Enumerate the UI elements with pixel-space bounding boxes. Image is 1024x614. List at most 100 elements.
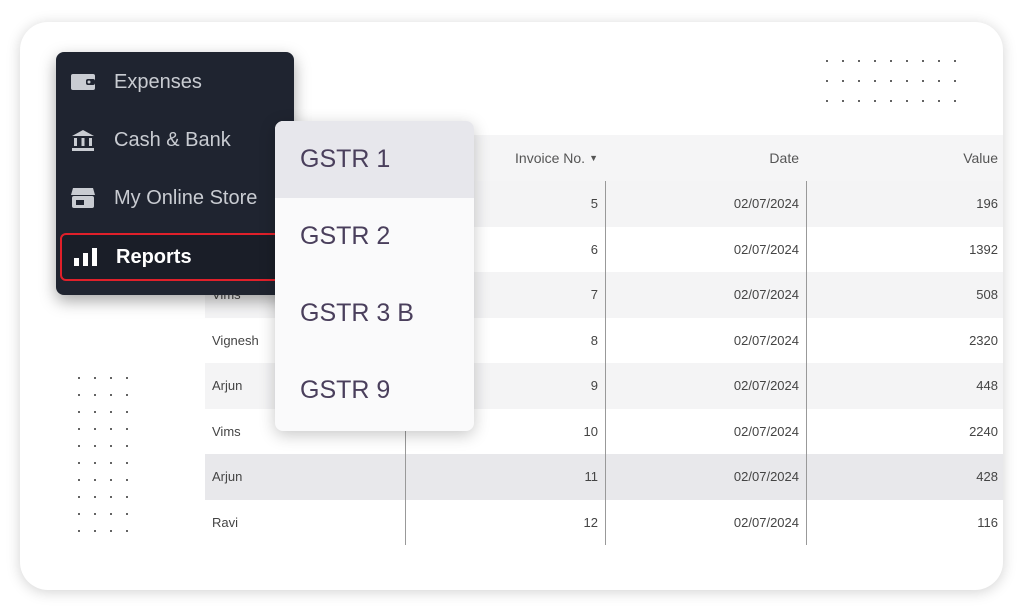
dot: [890, 60, 892, 62]
dot: [110, 479, 112, 481]
sidebar-item-cash-bank[interactable]: Cash & Bank: [56, 116, 294, 164]
dot: [954, 100, 956, 102]
dot: [126, 428, 128, 430]
dot: [126, 530, 128, 532]
dot: [874, 80, 876, 82]
date-cell: 02/07/2024: [605, 226, 806, 272]
dot: [110, 394, 112, 396]
dot: [94, 394, 96, 396]
dot: [842, 100, 844, 102]
dot: [78, 513, 80, 515]
dot: [78, 479, 80, 481]
dot: [906, 80, 908, 82]
dot: [890, 100, 892, 102]
dot: [94, 530, 96, 532]
dot: [94, 445, 96, 447]
dot: [110, 411, 112, 413]
dot: [78, 394, 80, 396]
dot: [858, 80, 860, 82]
submenu-item-gstr-9[interactable]: GSTR 9: [275, 352, 474, 429]
dot: [922, 80, 924, 82]
date-cell: 02/07/2024: [605, 363, 806, 409]
dot: [906, 100, 908, 102]
header-date[interactable]: Date: [605, 135, 806, 181]
dot: [110, 496, 112, 498]
reports-submenu: GSTR 1 GSTR 2 GSTR 3 B GSTR 9: [275, 121, 474, 431]
value-cell: 2240: [806, 408, 1003, 454]
dot: [874, 100, 876, 102]
date-cell: 02/07/2024: [605, 454, 806, 500]
value-cell: 428: [806, 454, 1003, 500]
decorative-dots: [78, 377, 128, 532]
dot: [126, 513, 128, 515]
decorative-dots: [826, 60, 956, 102]
dot: [126, 462, 128, 464]
dot: [110, 428, 112, 430]
value-cell: 1392: [806, 226, 1003, 272]
value-cell: 196: [806, 181, 1003, 227]
date-cell: 02/07/2024: [605, 181, 806, 227]
dot: [78, 411, 80, 413]
dot: [94, 428, 96, 430]
dot: [922, 100, 924, 102]
dot: [110, 513, 112, 515]
dot: [842, 80, 844, 82]
dot: [126, 394, 128, 396]
dot: [110, 530, 112, 532]
invoice-no-cell: 11: [405, 454, 605, 500]
dot: [906, 60, 908, 62]
submenu-item-gstr-3b[interactable]: GSTR 3 B: [275, 275, 474, 352]
table-row[interactable]: Ravi 12 02/07/2024 116: [205, 499, 1003, 545]
dot: [94, 462, 96, 464]
dot: [94, 496, 96, 498]
wallet-icon: [70, 73, 96, 91]
dot: [110, 445, 112, 447]
dot: [938, 60, 940, 62]
dot: [842, 60, 844, 62]
sidebar-item-online-store[interactable]: My Online Store: [56, 174, 294, 222]
dot: [126, 411, 128, 413]
dot: [826, 100, 828, 102]
dot: [78, 377, 80, 379]
dot: [78, 445, 80, 447]
customer-cell: Ravi: [212, 514, 239, 530]
submenu-item-gstr-2[interactable]: GSTR 2: [275, 198, 474, 275]
dot: [938, 80, 940, 82]
bank-icon: [70, 129, 96, 151]
date-cell: 02/07/2024: [605, 408, 806, 454]
dot: [922, 60, 924, 62]
dot: [126, 377, 128, 379]
dot: [890, 80, 892, 82]
dot: [94, 411, 96, 413]
dot: [78, 530, 80, 532]
dot: [78, 496, 80, 498]
dot: [826, 60, 828, 62]
dot: [938, 100, 940, 102]
invoice-no-cell: 12: [405, 499, 605, 545]
customer-cell: Arjun: [212, 469, 243, 485]
dot: [858, 60, 860, 62]
dot: [94, 479, 96, 481]
value-cell: 2320: [806, 317, 1003, 363]
table-row[interactable]: Arjun 11 02/07/2024 428: [205, 454, 1003, 500]
dot: [126, 496, 128, 498]
dot: [110, 462, 112, 464]
value-cell: 116: [806, 499, 1003, 545]
sort-down-icon: ▼: [589, 153, 598, 163]
date-cell: 02/07/2024: [605, 317, 806, 363]
bar-chart-icon: [72, 247, 98, 267]
store-icon: [70, 187, 96, 209]
dot: [126, 479, 128, 481]
sidebar-item-expenses[interactable]: Expenses: [56, 58, 294, 106]
date-cell: 02/07/2024: [605, 272, 806, 318]
dot: [94, 377, 96, 379]
dot: [858, 100, 860, 102]
dot: [78, 462, 80, 464]
dot: [94, 513, 96, 515]
value-cell: 508: [806, 272, 1003, 318]
value-cell: 448: [806, 363, 1003, 409]
sidebar-item-reports[interactable]: Reports: [60, 233, 286, 281]
submenu-item-gstr-1[interactable]: GSTR 1: [275, 121, 474, 198]
dot: [826, 80, 828, 82]
header-value[interactable]: Value: [806, 135, 1003, 181]
